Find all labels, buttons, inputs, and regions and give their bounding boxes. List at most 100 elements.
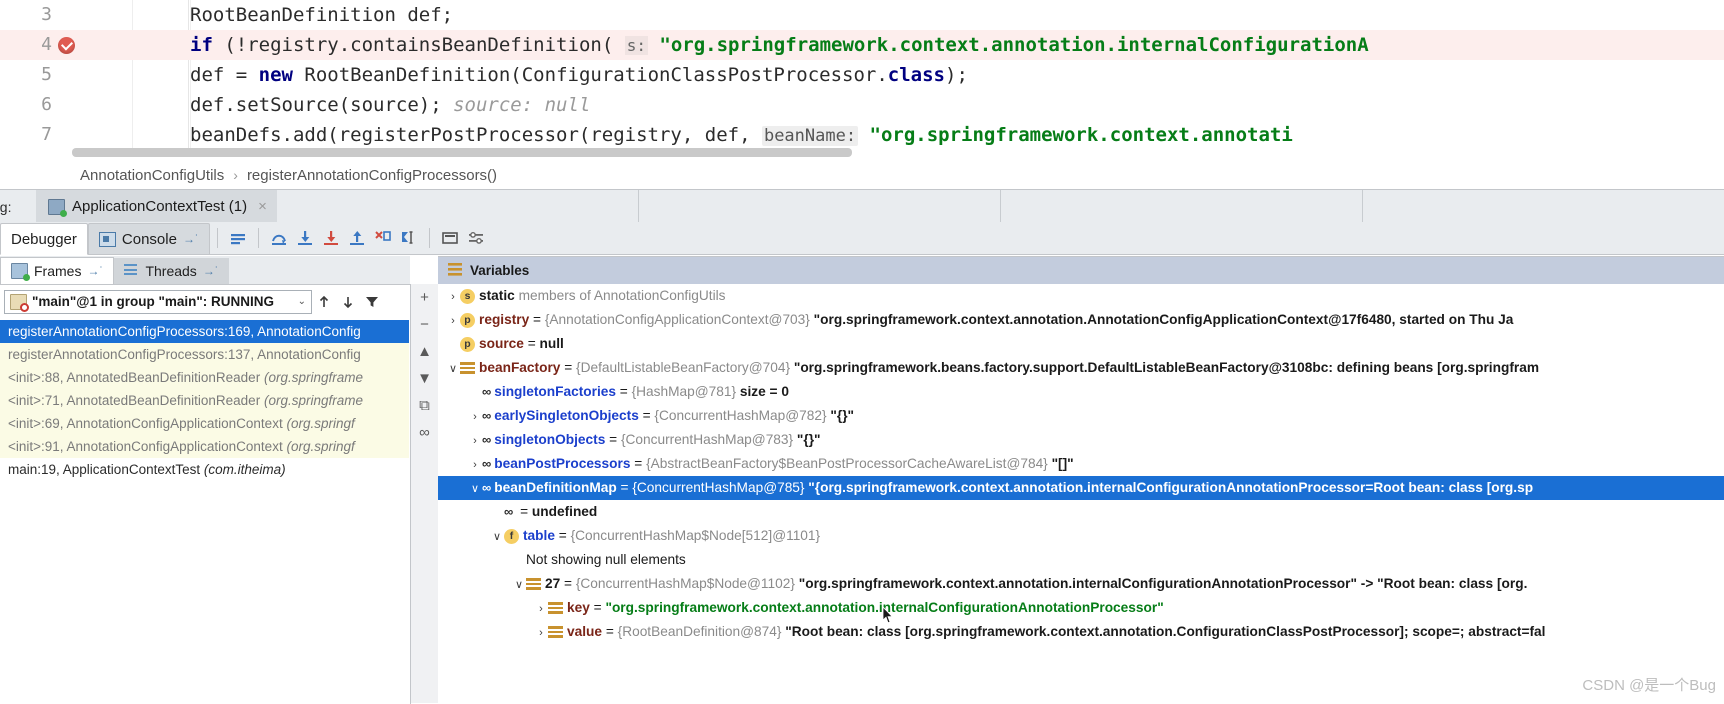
editor-line[interactable]: 4 if (!registry.containsBeanDefinition( s… — [0, 30, 1724, 60]
editor-line[interactable]: 3 RootBeanDefinition def; — [0, 0, 1724, 30]
evaluate-expression-icon[interactable] — [437, 225, 463, 251]
reference-icon: ∞ — [504, 504, 513, 519]
filter-icon[interactable] — [360, 290, 384, 314]
variable-row[interactable]: › key = "org.springframework.context.anno… — [438, 596, 1724, 620]
frame-package: (org.springframe — [263, 370, 363, 385]
tab-console[interactable]: Console →˙ — [87, 223, 210, 254]
chevron-down-icon[interactable]: ∨ — [468, 477, 482, 501]
chevron-down-icon[interactable]: ∨ — [446, 357, 460, 381]
variable-row[interactable]: ›∞ = undefined — [438, 500, 1724, 524]
variables-side-toolbar[interactable]: + − ▲ ▼ ⧉ ∞ — [411, 284, 439, 703]
move-watch-down-button[interactable]: ▼ — [411, 365, 438, 392]
variable-row[interactable]: › p registry = {AnnotationConfigApplicatio… — [438, 308, 1724, 332]
frames-tab-strip[interactable]: Frames →˙ Threads →˙ — [0, 256, 410, 284]
call-stack-frame-row[interactable]: main:19, ApplicationContextTest (com.ith… — [0, 458, 409, 481]
variable-row[interactable]: ∨ f table = {ConcurrentHashMap$Node[512]@1… — [438, 524, 1724, 548]
editor-line[interactable]: 6 def.setSource(source); source: null — [0, 90, 1724, 120]
call-stack-frame-row[interactable]: <init>:91, AnnotationConfigApplicationCo… — [0, 435, 409, 458]
debug-session-tab[interactable]: ApplicationContextTest (1) × — [36, 190, 277, 223]
reference-icon: ∞ — [482, 432, 491, 447]
remove-watch-button[interactable]: − — [411, 311, 438, 338]
chevron-right-icon[interactable]: › — [534, 597, 548, 621]
tab-threads[interactable]: Threads →˙ — [114, 258, 229, 284]
chevron-right-icon[interactable]: › — [446, 285, 460, 309]
force-step-into-icon[interactable] — [318, 225, 344, 251]
variable-row[interactable]: ∨ 27 = {ConcurrentHashMap$Node@1102} "org… — [438, 572, 1724, 596]
editor-line-code: RootBeanDefinition def; — [190, 0, 453, 30]
variable-row[interactable]: › value = {RootBeanDefinition@874} "Root … — [438, 620, 1724, 644]
drop-frame-icon[interactable] — [370, 225, 396, 251]
variables-icon — [448, 262, 463, 279]
breadcrumb-item-method[interactable]: registerAnnotationConfigProcessors() — [247, 167, 497, 184]
chevron-down-icon[interactable]: ∨ — [490, 525, 504, 549]
tab-debugger[interactable]: Debugger — [0, 223, 88, 255]
variable-row[interactable]: › s static members of AnnotationConfigUtil… — [438, 284, 1724, 308]
call-stack-frame-row[interactable]: <init>:88, AnnotatedBeanDefinitionReader… — [0, 366, 409, 389]
code-token-plain: def = — [190, 64, 259, 86]
variable-row[interactable]: › ∞ singletonObjects = {ConcurrentHashMap@… — [438, 428, 1724, 452]
copy-value-button[interactable]: ⧉ — [411, 392, 438, 419]
variable-vval: size = 0 — [739, 384, 789, 399]
call-stack-frame-row[interactable]: <init>:71, AnnotatedBeanDefinitionReader… — [0, 389, 409, 412]
variable-vval: "org.springframework.beans.factory.suppo… — [793, 360, 1539, 375]
variables-tree[interactable]: › s static members of AnnotationConfigUtil… — [438, 284, 1724, 703]
variable-vval: undefined — [531, 504, 598, 519]
breakpoint-icon[interactable] — [58, 37, 75, 54]
console-icon — [98, 231, 116, 247]
settings-icon[interactable] — [463, 225, 489, 251]
code-token-kw: new — [258, 64, 293, 86]
variable-row[interactable]: ∨ ∞ beanDefinitionMap = {ConcurrentHashMap… — [438, 476, 1724, 500]
chevron-right-icon[interactable]: › — [534, 621, 548, 645]
breadcrumb-item-class[interactable]: AnnotationConfigUtils — [80, 167, 224, 184]
thread-selector-value: "main"@1 in group "main": RUNNING — [32, 294, 275, 309]
show-execution-point-icon[interactable] — [225, 225, 251, 251]
show-references-button[interactable]: ∞ — [411, 419, 438, 446]
editor-line[interactable]: 5 def = new RootBeanDefinition(Configura… — [0, 60, 1724, 90]
chevron-down-icon[interactable]: ⌄ — [298, 296, 306, 307]
call-stack-frame-row[interactable]: registerAnnotationConfigProcessors:169, … — [0, 320, 409, 343]
chevron-right-icon[interactable]: › — [468, 405, 482, 429]
debug-header-filler-4 — [1363, 190, 1724, 223]
chevron-right-icon[interactable]: › — [468, 429, 482, 453]
variable-kind-badge: s — [460, 288, 475, 304]
step-into-icon[interactable] — [292, 225, 318, 251]
variable-row[interactable]: ∨ beanFactory = {DefaultListableBeanFacto… — [438, 356, 1724, 380]
variable-row[interactable]: › ∞ earlySingletonObjects = {ConcurrentHas… — [438, 404, 1724, 428]
chevron-right-icon[interactable]: › — [446, 309, 460, 333]
chevron-down-icon[interactable]: ∨ — [512, 573, 526, 597]
close-icon[interactable]: × — [258, 198, 267, 215]
watermark: CSDN @是一个Bug — [1582, 677, 1716, 694]
editor-line[interactable]: 7 beanDefs.add(registerPostProcessor(reg… — [0, 120, 1724, 150]
variable-row[interactable]: ›psource = null — [438, 332, 1724, 356]
step-out-icon[interactable] — [344, 225, 370, 251]
variable-row[interactable]: ›∞singletonFactories = {HashMap@781} siz… — [438, 380, 1724, 404]
chevron-right-icon[interactable]: › — [468, 453, 482, 477]
variable-vgray: {ConcurrentHashMap$Node@1102} — [575, 576, 799, 591]
call-stack-frame-row[interactable]: <init>:69, AnnotationConfigApplicationCo… — [0, 412, 409, 435]
editor-lines[interactable]: 3 RootBeanDefinition def; 4 if (!registry.c… — [0, 0, 1724, 160]
variable-veq: = — [529, 312, 545, 327]
debugger-tab-strip[interactable]: Debugger Console →˙ — [0, 222, 1724, 255]
variable-row[interactable]: › ∞ beanPostProcessors = {AbstractBeanFact… — [438, 452, 1724, 476]
variable-veq: = — [602, 624, 618, 639]
breadcrumb[interactable]: AnnotationConfigUtils › registerAnnotati… — [0, 162, 1724, 188]
tab-frames[interactable]: Frames →˙ — [0, 257, 115, 284]
variables-panel-title: Variables — [470, 263, 530, 278]
call-stack-frame-row[interactable]: registerAnnotationConfigProcessors:137, … — [0, 343, 409, 366]
step-over-icon[interactable] — [266, 225, 292, 251]
call-stack-frames-list[interactable]: registerAnnotationConfigProcessors:169, … — [0, 320, 409, 703]
run-to-cursor-icon[interactable] — [396, 225, 422, 251]
editor-horizontal-scrollbar[interactable] — [72, 148, 852, 157]
object-node-icon — [460, 362, 475, 374]
variable-row[interactable]: ›Not showing null elements — [438, 548, 1724, 572]
reference-icon: ∞ — [482, 384, 491, 399]
move-up-icon[interactable] — [312, 290, 336, 314]
variable-vgray: {ConcurrentHashMap@783} — [620, 432, 797, 447]
move-down-icon[interactable] — [336, 290, 360, 314]
code-editor[interactable]: 3 RootBeanDefinition def; 4 if (!registry.c… — [0, 0, 1724, 160]
thread-selector[interactable]: "main"@1 in group "main": RUNNING ⌄ — [4, 289, 312, 314]
variable-vval: "{}" — [830, 408, 855, 423]
variable-vname: beanFactory — [479, 360, 561, 375]
add-watch-button[interactable]: + — [411, 284, 438, 311]
move-watch-up-button[interactable]: ▲ — [411, 338, 438, 365]
